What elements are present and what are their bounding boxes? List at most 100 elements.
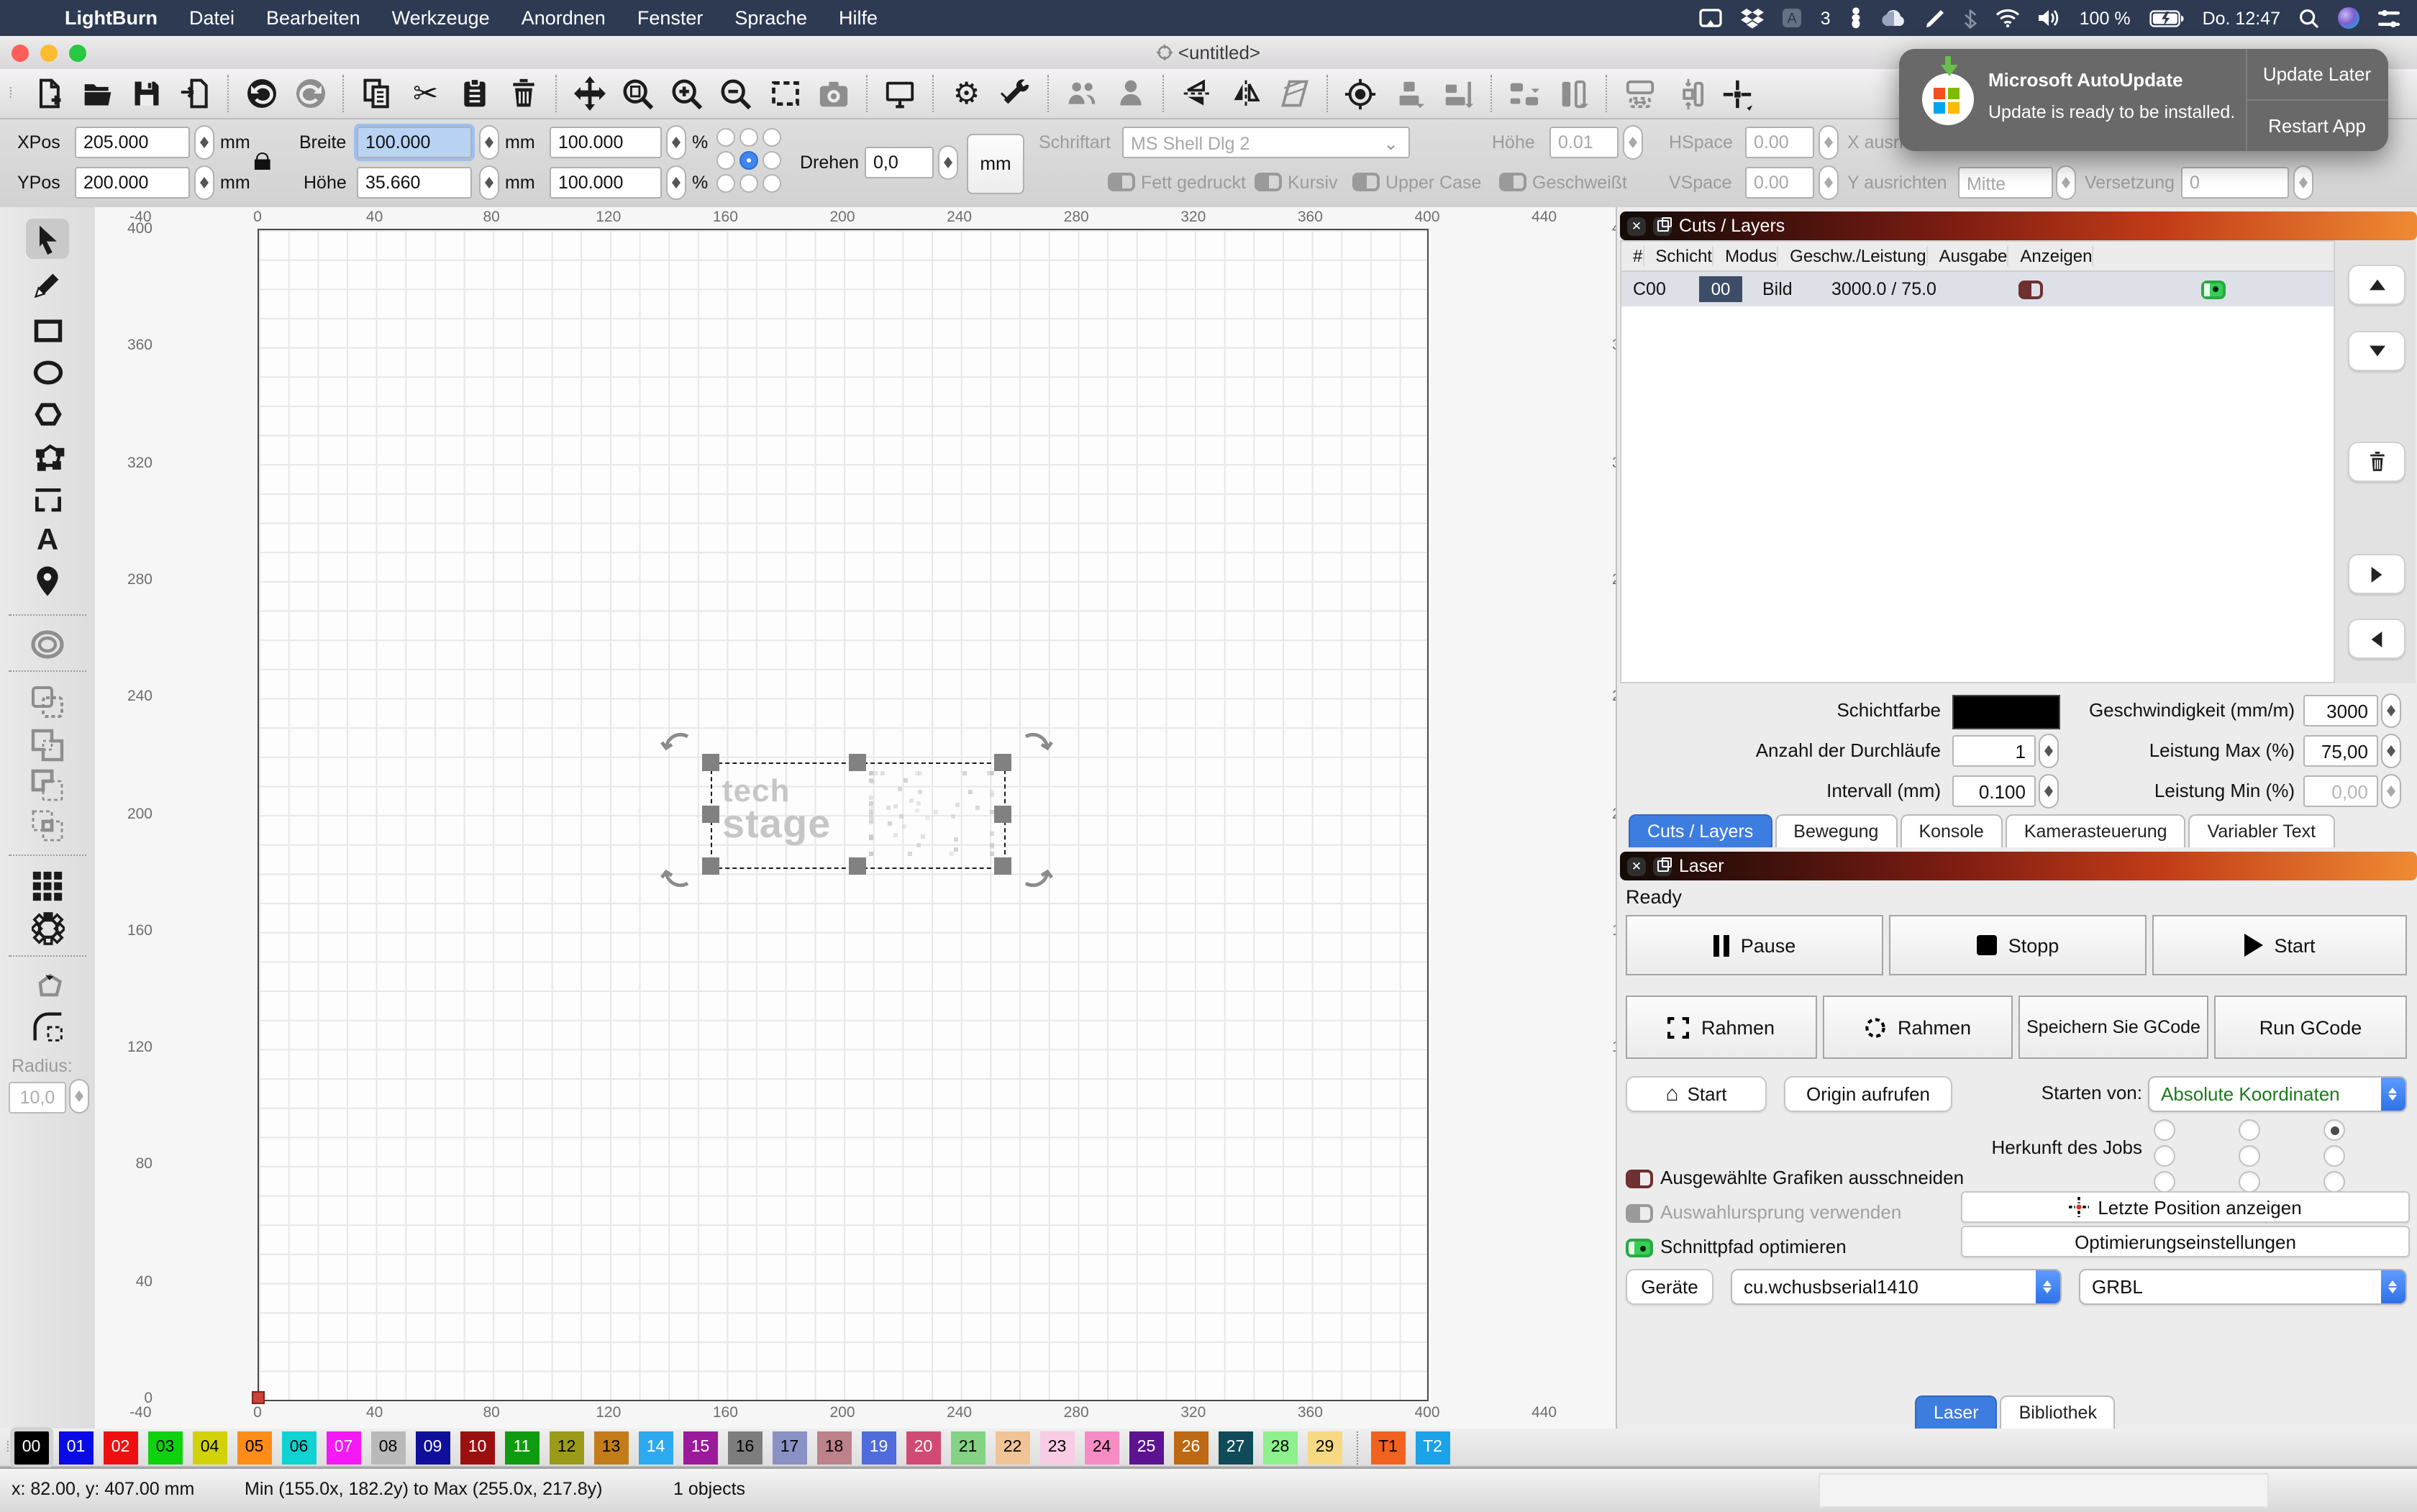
redo-icon[interactable] <box>292 75 329 112</box>
tab-bewegung[interactable]: Bewegung <box>1775 814 1897 847</box>
move-layer-left-button[interactable] <box>2348 619 2405 659</box>
palette-swatch[interactable]: 23 <box>1040 1431 1075 1464</box>
tab-konsole[interactable]: Konsole <box>1900 814 2002 847</box>
menu-sprache[interactable]: Sprache <box>719 7 823 29</box>
job-origin-radio-mr[interactable] <box>2323 1145 2345 1167</box>
menu-hilfe[interactable]: Hilfe <box>823 7 893 29</box>
boolean-union-tool[interactable] <box>26 682 69 722</box>
palette-swatch[interactable]: 13 <box>594 1431 629 1464</box>
job-origin-radio-br[interactable] <box>2323 1171 2345 1193</box>
device-profile-select[interactable]: GRBL <box>2079 1269 2407 1305</box>
palette-swatch[interactable]: 12 <box>550 1431 584 1464</box>
width-stepper[interactable] <box>479 125 499 160</box>
job-origin-radio-tl[interactable] <box>2154 1119 2175 1141</box>
rotate-handle-sw[interactable] <box>659 857 693 892</box>
flip-horizontal-icon[interactable] <box>1227 75 1265 112</box>
palette-tool-swatch[interactable]: T1 <box>1371 1431 1406 1464</box>
palette-swatch[interactable]: 25 <box>1129 1431 1164 1464</box>
settings-gear-icon[interactable]: ⚙ <box>948 75 986 112</box>
selection-handle-ne[interactable] <box>994 754 1011 771</box>
close-laser-panel-icon[interactable]: ✕ <box>1627 857 1646 875</box>
scale-height-stepper[interactable] <box>666 165 686 200</box>
job-origin-radio-tr[interactable] <box>2323 1119 2345 1141</box>
frame-rect-button[interactable]: Rahmen <box>1626 996 1817 1059</box>
zoom-to-page-icon[interactable] <box>620 75 657 112</box>
open-file-icon[interactable] <box>79 75 117 112</box>
goto-origin-button[interactable]: Origin aufrufen <box>1784 1076 1952 1112</box>
palette-swatch[interactable]: 14 <box>639 1431 673 1464</box>
edit-nodes-tool[interactable] <box>26 437 69 478</box>
radius-input[interactable]: 10,0 <box>9 1082 66 1113</box>
copy-icon[interactable] <box>358 75 396 112</box>
design-canvas[interactable]: -4004080120160200240280320360400440 -400… <box>95 207 1616 1429</box>
paste-icon[interactable] <box>456 75 493 112</box>
interval-stepper[interactable] <box>2039 774 2059 809</box>
selection-handle-se[interactable] <box>994 857 1011 875</box>
home-button[interactable]: ⌂Start <box>1626 1076 1767 1112</box>
font-height-input[interactable] <box>1549 127 1619 158</box>
layer-column-header[interactable]: Geschw./Leistung <box>1778 246 1927 266</box>
update-later-button[interactable]: Update Later <box>2246 49 2388 99</box>
siri-icon[interactable] <box>2338 7 2359 29</box>
xpos-stepper[interactable] <box>194 125 214 160</box>
cuts-layers-header[interactable]: ✕ Cuts / Layers <box>1620 211 2417 240</box>
move-layer-right-button[interactable] <box>2348 554 2405 594</box>
yalign-select[interactable]: Mitte <box>1958 167 2053 199</box>
laser-panel-header[interactable]: ✕ Laser <box>1620 852 2417 880</box>
width-input[interactable] <box>357 127 472 158</box>
flip-vertical-icon[interactable] <box>1178 75 1216 112</box>
power-min-stepper[interactable] <box>2381 774 2401 809</box>
height-input[interactable] <box>357 167 472 199</box>
job-origin-radio-bl[interactable] <box>2154 1171 2175 1193</box>
skew-icon[interactable] <box>1276 75 1314 112</box>
camera-icon[interactable] <box>816 75 853 112</box>
layer-mode[interactable]: Bild <box>1742 279 1831 299</box>
show-last-position-button[interactable]: Letzte Position anzeigen <box>1961 1191 2410 1223</box>
pan-icon[interactable] <box>571 75 609 112</box>
uppercase-toggle[interactable] <box>1352 173 1380 191</box>
palette-swatch[interactable]: 16 <box>728 1431 763 1464</box>
layer-column-header[interactable]: Schicht <box>1644 246 1713 266</box>
zoom-out-icon[interactable] <box>718 75 755 112</box>
layer-row[interactable]: C00 00 Bild 3000.0 / 75.0 <box>1621 272 2334 306</box>
selection-handle-sw[interactable] <box>702 857 719 875</box>
scale-height-input[interactable] <box>550 167 662 199</box>
grid-array-tool[interactable] <box>26 866 69 906</box>
palette-swatch[interactable]: 04 <box>193 1431 227 1464</box>
pause-button[interactable]: Pause <box>1626 915 1883 975</box>
rotate-input[interactable] <box>865 147 934 178</box>
undock-laser-panel-icon[interactable] <box>1653 857 1672 875</box>
wifi-icon[interactable] <box>1996 9 2021 27</box>
align-bottom-icon[interactable] <box>1391 75 1429 112</box>
import-icon[interactable] <box>177 75 214 112</box>
undock-panel-icon[interactable] <box>1653 217 1672 235</box>
palette-swatch[interactable]: 03 <box>148 1431 183 1464</box>
tab-kamerasteuerung[interactable]: Kamerasteuerung <box>2006 814 2186 847</box>
palette-tool-swatch[interactable]: T2 <box>1416 1431 1450 1464</box>
frame-selection-icon[interactable] <box>767 75 804 112</box>
vspace-input[interactable] <box>1745 167 1814 199</box>
palette-swatch[interactable]: 28 <box>1263 1431 1298 1464</box>
speed-stepper[interactable] <box>2381 693 2401 728</box>
selection-handle-n[interactable] <box>849 754 866 771</box>
power-max-input[interactable]: 75,00 <box>2303 735 2378 767</box>
cloud-icon[interactable] <box>1883 9 1907 27</box>
tab-cuts-layers[interactable]: Cuts / Layers <box>1629 814 1772 847</box>
palette-swatch[interactable]: 29 <box>1308 1431 1342 1464</box>
palette-swatch[interactable]: 17 <box>773 1431 807 1464</box>
boolean-intersect-tool[interactable] <box>26 806 69 846</box>
anchor-grid[interactable] <box>716 128 784 196</box>
dropbox-icon[interactable] <box>1742 8 1765 28</box>
passes-input[interactable]: 1 <box>1952 735 2036 767</box>
menu-bearbeiten[interactable]: Bearbeiten <box>250 7 376 29</box>
use-selection-origin-toggle[interactable] <box>1626 1204 1653 1223</box>
xpos-input[interactable] <box>75 127 190 158</box>
job-origin-radio-tc[interactable] <box>2239 1119 2260 1141</box>
save-file-icon[interactable] <box>128 75 165 112</box>
delete-icon[interactable] <box>505 75 542 112</box>
close-panel-icon[interactable]: ✕ <box>1627 217 1646 235</box>
select-stepper-icon[interactable] <box>2381 1078 2405 1111</box>
job-origin-radio-bc[interactable] <box>2239 1171 2260 1193</box>
menu-fenster[interactable]: Fenster <box>622 7 719 29</box>
ypos-input[interactable] <box>75 167 190 199</box>
